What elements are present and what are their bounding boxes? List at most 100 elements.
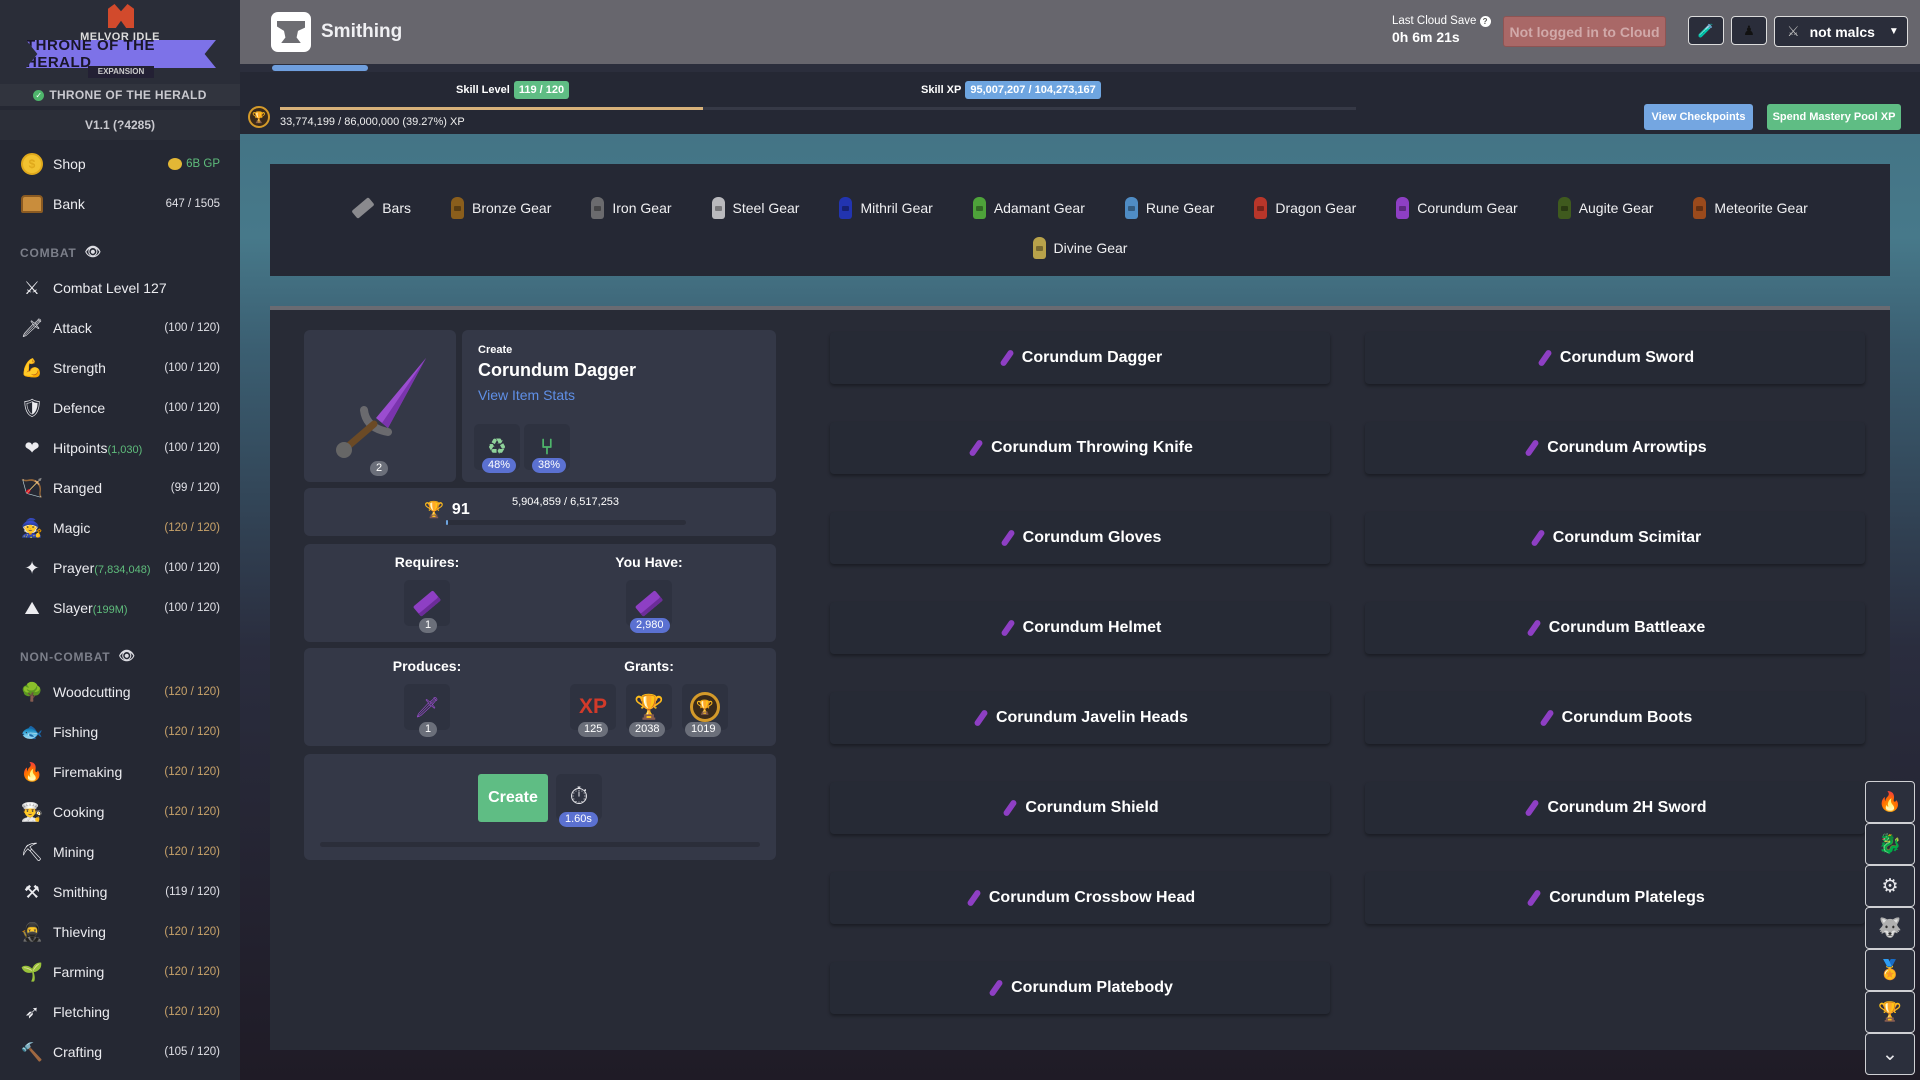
- platelegs-icon: [1525, 888, 1543, 908]
- recipe-item[interactable]: Corundum Throwing Knife: [830, 422, 1330, 474]
- category-label: Corundum Gear: [1417, 200, 1518, 216]
- skill-level: (100 / 120): [164, 402, 220, 414]
- cloud-login-button[interactable]: Not logged in to Cloud: [1503, 16, 1666, 47]
- sidebar-item-crafting[interactable]: 🔨 Crafting (105 / 120): [0, 1032, 240, 1072]
- required-item[interactable]: 1: [404, 580, 450, 633]
- skill-actions-button[interactable]: 🔥: [1865, 781, 1915, 823]
- item-mastery: 🏆 91 5,904,859 / 6,517,253: [304, 488, 776, 536]
- trophy-icon: 🏆: [1878, 1002, 1902, 1023]
- sidebar-item-label: Strength: [53, 360, 164, 376]
- wizard-hat-icon: 🧙: [20, 517, 44, 538]
- sidebar-item-attack[interactable]: 🗡 Attack (100 / 120): [0, 308, 240, 348]
- helmet-icon: [451, 197, 464, 219]
- coin-icon: $: [20, 152, 44, 176]
- sidebar-item-label: Smithing: [53, 884, 165, 900]
- recipe-item[interactable]: Corundum Platebody: [830, 962, 1330, 1014]
- sidebar-item-ranged[interactable]: 🏹 Ranged (99 / 120): [0, 468, 240, 508]
- recipe-item[interactable]: Corundum Shield: [830, 782, 1330, 834]
- owned-item[interactable]: 2,980: [626, 580, 672, 633]
- recipe-item[interactable]: Corundum Battleaxe: [1365, 602, 1865, 654]
- view-item-stats-link[interactable]: View Item Stats: [478, 387, 760, 403]
- sidebar-item-thieving[interactable]: 🥷 Thieving (120 / 120): [0, 912, 240, 952]
- sidebar-item-label: Farming: [53, 964, 164, 980]
- account-dropdown[interactable]: ⚔ not malcs ▼: [1774, 16, 1908, 47]
- sidebar-item-fishing[interactable]: 🐟 Fishing (120 / 120): [0, 712, 240, 752]
- sidebar-item-firemaking[interactable]: 🔥 Firemaking (120 / 120): [0, 752, 240, 792]
- category-meteorite-gear[interactable]: Meteorite Gear: [1673, 188, 1827, 228]
- sidebar-item-slayer[interactable]: ⛰ Slayer(199M) (100 / 120): [0, 588, 240, 628]
- sidebar-item-combat-level[interactable]: ⚔ Combat Level 127: [0, 268, 240, 308]
- recipe-item[interactable]: Corundum Arrowtips: [1365, 422, 1865, 474]
- sidebar-item-fletching[interactable]: ➶ Fletching (120 / 120): [0, 992, 240, 1032]
- recipe-item[interactable]: Corundum Sword: [1365, 332, 1865, 384]
- skill-level: (120 / 120): [164, 926, 220, 938]
- sidebar-item-defence[interactable]: 🛡 Defence (100 / 120): [0, 388, 240, 428]
- category-iron-gear[interactable]: Iron Gear: [571, 188, 691, 228]
- spend-mastery-pool-button[interactable]: Spend Mastery Pool XP: [1767, 104, 1901, 130]
- medal-button[interactable]: 🏅: [1865, 949, 1915, 991]
- sidebar-item-bank[interactable]: Bank 647 / 1505: [0, 184, 240, 224]
- sidebar-item-magic[interactable]: 🧙 Magic (120 / 120): [0, 508, 240, 548]
- platebody-icon: [987, 978, 1005, 998]
- sidebar-item-strength[interactable]: 💪 Strength (100 / 120): [0, 348, 240, 388]
- skill-level: (99 / 120): [170, 482, 220, 494]
- equipment-button[interactable]: ♟: [1731, 16, 1767, 45]
- trophy-button[interactable]: 🏆: [1865, 991, 1915, 1033]
- sidebar-item-prayer[interactable]: ✦ Prayer(7,834,048) (100 / 120): [0, 548, 240, 588]
- view-checkpoints-button[interactable]: View Checkpoints: [1644, 104, 1753, 130]
- mastery-progress-bar-fill: [446, 520, 449, 525]
- sidebar-item-cooking[interactable]: 👨‍🍳 Cooking (120 / 120): [0, 792, 240, 832]
- section-title: COMBAT: [20, 246, 77, 260]
- recipe-item[interactable]: Corundum Boots: [1365, 692, 1865, 744]
- category-corundum-gear[interactable]: Corundum Gear: [1376, 188, 1537, 228]
- recipe-item[interactable]: Corundum Dagger: [830, 332, 1330, 384]
- recipe-item[interactable]: Corundum Helmet: [830, 602, 1330, 654]
- category-label: Divine Gear: [1053, 240, 1128, 256]
- category-divine-gear[interactable]: Divine Gear: [1013, 228, 1148, 268]
- sidebar-item-smithing[interactable]: ⚒ Smithing (119 / 120): [0, 872, 240, 912]
- action-interval: ⏱ 1.60s: [556, 774, 602, 827]
- produced-qty: 1: [419, 722, 438, 737]
- sidebar-item-label: Defence: [53, 400, 164, 416]
- potion-button[interactable]: 🧪: [1688, 16, 1724, 45]
- recipe-item[interactable]: Corundum Gloves: [830, 512, 1330, 564]
- help-icon[interactable]: ?: [1479, 16, 1491, 27]
- sidebar-item-hitpoints[interactable]: ❤ Hitpoints(1,030) (100 / 120): [0, 428, 240, 468]
- settings-gear-button[interactable]: ⚙: [1865, 865, 1915, 907]
- recipe-item[interactable]: Corundum Platelegs: [1365, 872, 1865, 924]
- recipe-item[interactable]: Corundum Crossbow Head: [830, 872, 1330, 924]
- category-mithril-gear[interactable]: Mithril Gear: [819, 188, 952, 228]
- grant-xp: XP 125: [570, 684, 616, 737]
- sidebar-item-shop[interactable]: $ Shop 6B GP: [0, 144, 240, 184]
- eye-icon[interactable]: 👁: [85, 244, 102, 260]
- cloud-save-info: Last Cloud Save ? 0h 6m 21s: [1392, 15, 1491, 45]
- sidebar-item-woodcutting[interactable]: 🌳 Woodcutting (120 / 120): [0, 672, 240, 712]
- eye-icon[interactable]: 👁: [118, 648, 135, 664]
- expansion-status-label: THRONE OF THE HERALD: [49, 88, 207, 102]
- grants-label: Grants:: [624, 658, 674, 674]
- recipe-item[interactable]: Corundum Javelin Heads: [830, 692, 1330, 744]
- game-logo[interactable]: MELVOR IDLE THRONE OF THE HERALD EXPANSI…: [0, 0, 240, 84]
- produced-item[interactable]: 🗡 1: [404, 684, 450, 737]
- create-button[interactable]: Create: [478, 774, 548, 822]
- recipe-item[interactable]: Corundum Scimitar: [1365, 512, 1865, 564]
- chevron-down-button[interactable]: ⌄: [1865, 1033, 1915, 1075]
- category-dragon-gear[interactable]: Dragon Gear: [1234, 188, 1376, 228]
- recipe-label: Corundum Helmet: [1022, 619, 1162, 636]
- category-bars[interactable]: Bars: [332, 188, 431, 228]
- pet-dragon-button[interactable]: 🐉: [1865, 823, 1915, 865]
- category-adamant-gear[interactable]: Adamant Gear: [953, 188, 1105, 228]
- skill-extra: (7,834,048): [94, 564, 151, 576]
- recipe-item[interactable]: Corundum 2H Sword: [1365, 782, 1865, 834]
- category-steel-gear[interactable]: Steel Gear: [692, 188, 820, 228]
- active-tab-indicator[interactable]: [272, 65, 368, 71]
- sidebar-item-farming[interactable]: 🌱 Farming (120 / 120): [0, 952, 240, 992]
- category-menu: Bars Bronze Gear Iron Gear Steel Gear Mithri…: [270, 164, 1890, 276]
- produces-label: Produces:: [392, 658, 462, 674]
- category-bronze-gear[interactable]: Bronze Gear: [431, 188, 571, 228]
- category-augite-gear[interactable]: Augite Gear: [1538, 188, 1674, 228]
- skill-name: Defence: [53, 400, 106, 416]
- category-rune-gear[interactable]: Rune Gear: [1105, 188, 1234, 228]
- sidebar-item-mining[interactable]: ⛏ Mining (120 / 120): [0, 832, 240, 872]
- wolf-button[interactable]: 🐺: [1865, 907, 1915, 949]
